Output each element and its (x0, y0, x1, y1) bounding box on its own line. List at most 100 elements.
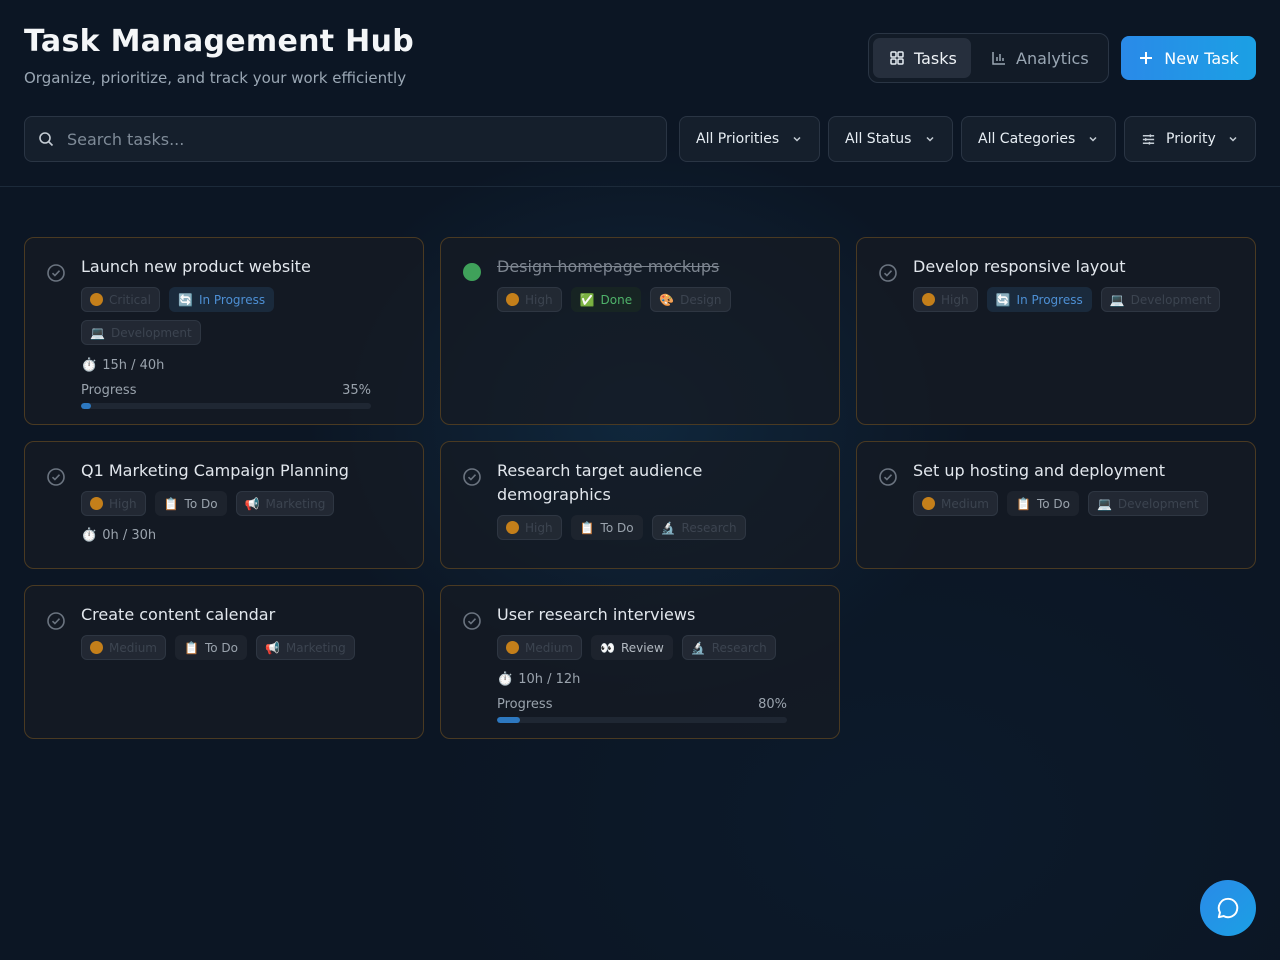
sliders-icon (1142, 133, 1155, 145)
page-subtitle: Organize, prioritize, and track your wor… (24, 69, 407, 87)
task-tags: Medium 👀 Review 🔬 Research (497, 635, 807, 660)
task-title: Q1 Marketing Campaign Planning (81, 461, 349, 480)
task-title: Develop responsive layout (913, 257, 1126, 276)
check-circle-icon[interactable] (46, 263, 66, 283)
check-circle-icon[interactable] (462, 467, 482, 487)
new-task-button[interactable]: New Task (1121, 36, 1256, 80)
category-badge: 📢 Marketing (235, 491, 335, 516)
chevron-down-icon (793, 136, 801, 142)
priority-dot (922, 293, 935, 306)
category-badge: 💻 Development (1087, 491, 1208, 516)
chevron-down-icon (1229, 136, 1237, 142)
progress-percent: 35% (342, 383, 371, 398)
grid-icon (890, 51, 904, 65)
status-icon: ✅ (579, 292, 595, 307)
task-title: Design homepage mockups (497, 257, 720, 276)
sort-label: Priority (1166, 131, 1216, 147)
status-badge: 📋 To Do (154, 491, 227, 516)
category-filter-label: All Categories (978, 131, 1076, 147)
status-badge: 🔄 In Progress (986, 287, 1092, 312)
task-card[interactable]: Set up hosting and deployment Medium 📋 To… (856, 441, 1256, 569)
analytics-view-button[interactable]: Analytics (975, 38, 1105, 78)
task-tags: High 📋 To Do 🔬 Research (497, 515, 807, 540)
tasks-view-button[interactable]: Tasks (873, 38, 971, 78)
status-icon: 🔄 (177, 292, 193, 307)
status-filter[interactable]: All Status (828, 116, 953, 162)
priority-dot (90, 497, 103, 510)
check-circle-icon[interactable] (46, 467, 66, 487)
status-icon: 📋 (1015, 496, 1031, 511)
plus-icon (1140, 52, 1153, 64)
priority-dot (506, 293, 519, 306)
chat-bubble-icon (1217, 897, 1239, 919)
category-badge: 💻 Development (81, 320, 201, 345)
task-card[interactable]: Develop responsive layout High 🔄 In Progr… (856, 237, 1256, 425)
task-tags: Medium 📋 To Do 📢 Marketing (81, 635, 391, 660)
priority-dot (506, 521, 519, 534)
priority-filter-label: All Priorities (696, 131, 780, 147)
category-icon: 🎨 (659, 292, 675, 307)
category-icon: 💻 (1109, 292, 1125, 307)
task-card[interactable]: Create content calendar Medium 📋 To Do 📢 M… (24, 585, 424, 739)
stopwatch-icon: ⏱️ (81, 528, 98, 543)
view-toggle: Tasks Analytics (868, 33, 1109, 83)
task-title: Research target audience demographics (497, 461, 703, 504)
analytics-view-label: Analytics (1016, 48, 1089, 68)
chat-button[interactable] (1200, 880, 1256, 936)
search-placeholder: Search tasks... (67, 129, 185, 149)
category-icon: 🔬 (690, 640, 706, 655)
task-tags: High ✅ Done 🎨 Design (497, 287, 807, 312)
priority-dot (90, 293, 103, 306)
category-icon: 🔬 (660, 520, 676, 535)
priority-filter[interactable]: All Priorities (679, 116, 820, 162)
progress-label: Progress 80% (497, 697, 787, 712)
completed-check-icon[interactable] (463, 263, 481, 281)
category-badge: 📢 Marketing (255, 635, 355, 660)
category-icon: 📢 (264, 640, 280, 655)
task-tags: High 📋 To Do 📢 Marketing (81, 491, 391, 516)
time-tracking: ⏱️ 10h / 12h (497, 672, 581, 687)
time-tracking: ⏱️ 15h / 40h (81, 358, 165, 373)
search-input[interactable]: Search tasks... (24, 116, 667, 162)
status-badge: 📋 To Do (570, 515, 643, 540)
priority-dot (922, 497, 935, 510)
task-card[interactable]: Design homepage mockups High ✅ Done 🎨 Desi… (440, 237, 840, 425)
task-tags: High 🔄 In Progress 💻 Development (913, 287, 1223, 312)
category-badge: 💻 Development (1100, 287, 1221, 312)
priority-badge: Medium (913, 491, 998, 516)
task-card[interactable]: Research target audience demographics Hi… (440, 441, 840, 569)
progress-bar (497, 717, 787, 723)
check-circle-icon[interactable] (462, 611, 482, 631)
status-badge: 👀 Review (590, 635, 673, 660)
status-icon: 📋 (579, 520, 595, 535)
progress-fill (497, 717, 521, 723)
priority-badge: High (81, 491, 146, 516)
check-circle-icon[interactable] (878, 263, 898, 283)
task-tags: Medium 📋 To Do 💻 Development (913, 491, 1223, 516)
priority-badge: High (497, 287, 562, 312)
status-icon: 📋 (163, 496, 179, 511)
category-filter[interactable]: All Categories (961, 116, 1116, 162)
status-icon: 👀 (599, 640, 615, 655)
task-card[interactable]: Launch new product website Critical 🔄 In … (24, 237, 424, 425)
time-tracking: ⏱️ 0h / 30h (81, 528, 157, 543)
category-badge: 🔬 Research (651, 515, 746, 540)
check-circle-icon[interactable] (46, 611, 66, 631)
progress-bar (81, 403, 371, 409)
sort-select[interactable]: Priority (1124, 116, 1256, 162)
new-task-label: New Task (1164, 48, 1239, 68)
priority-badge: Medium (497, 635, 582, 660)
task-title: Set up hosting and deployment (913, 461, 1165, 480)
check-circle-icon[interactable] (878, 467, 898, 487)
priority-badge: Medium (81, 635, 166, 660)
task-title: User research interviews (497, 605, 696, 624)
category-badge: 🔬 Research (681, 635, 776, 660)
priority-badge: Critical (81, 287, 160, 312)
priority-dot (506, 641, 519, 654)
status-badge: ✅ Done (570, 287, 642, 312)
status-badge: 📋 To Do (174, 635, 247, 660)
progress-fill (81, 403, 92, 409)
task-card[interactable]: Q1 Marketing Campaign Planning High 📋 To … (24, 441, 424, 569)
chevron-down-icon (926, 136, 934, 142)
task-card[interactable]: User research interviews Medium 👀 Review … (440, 585, 840, 739)
